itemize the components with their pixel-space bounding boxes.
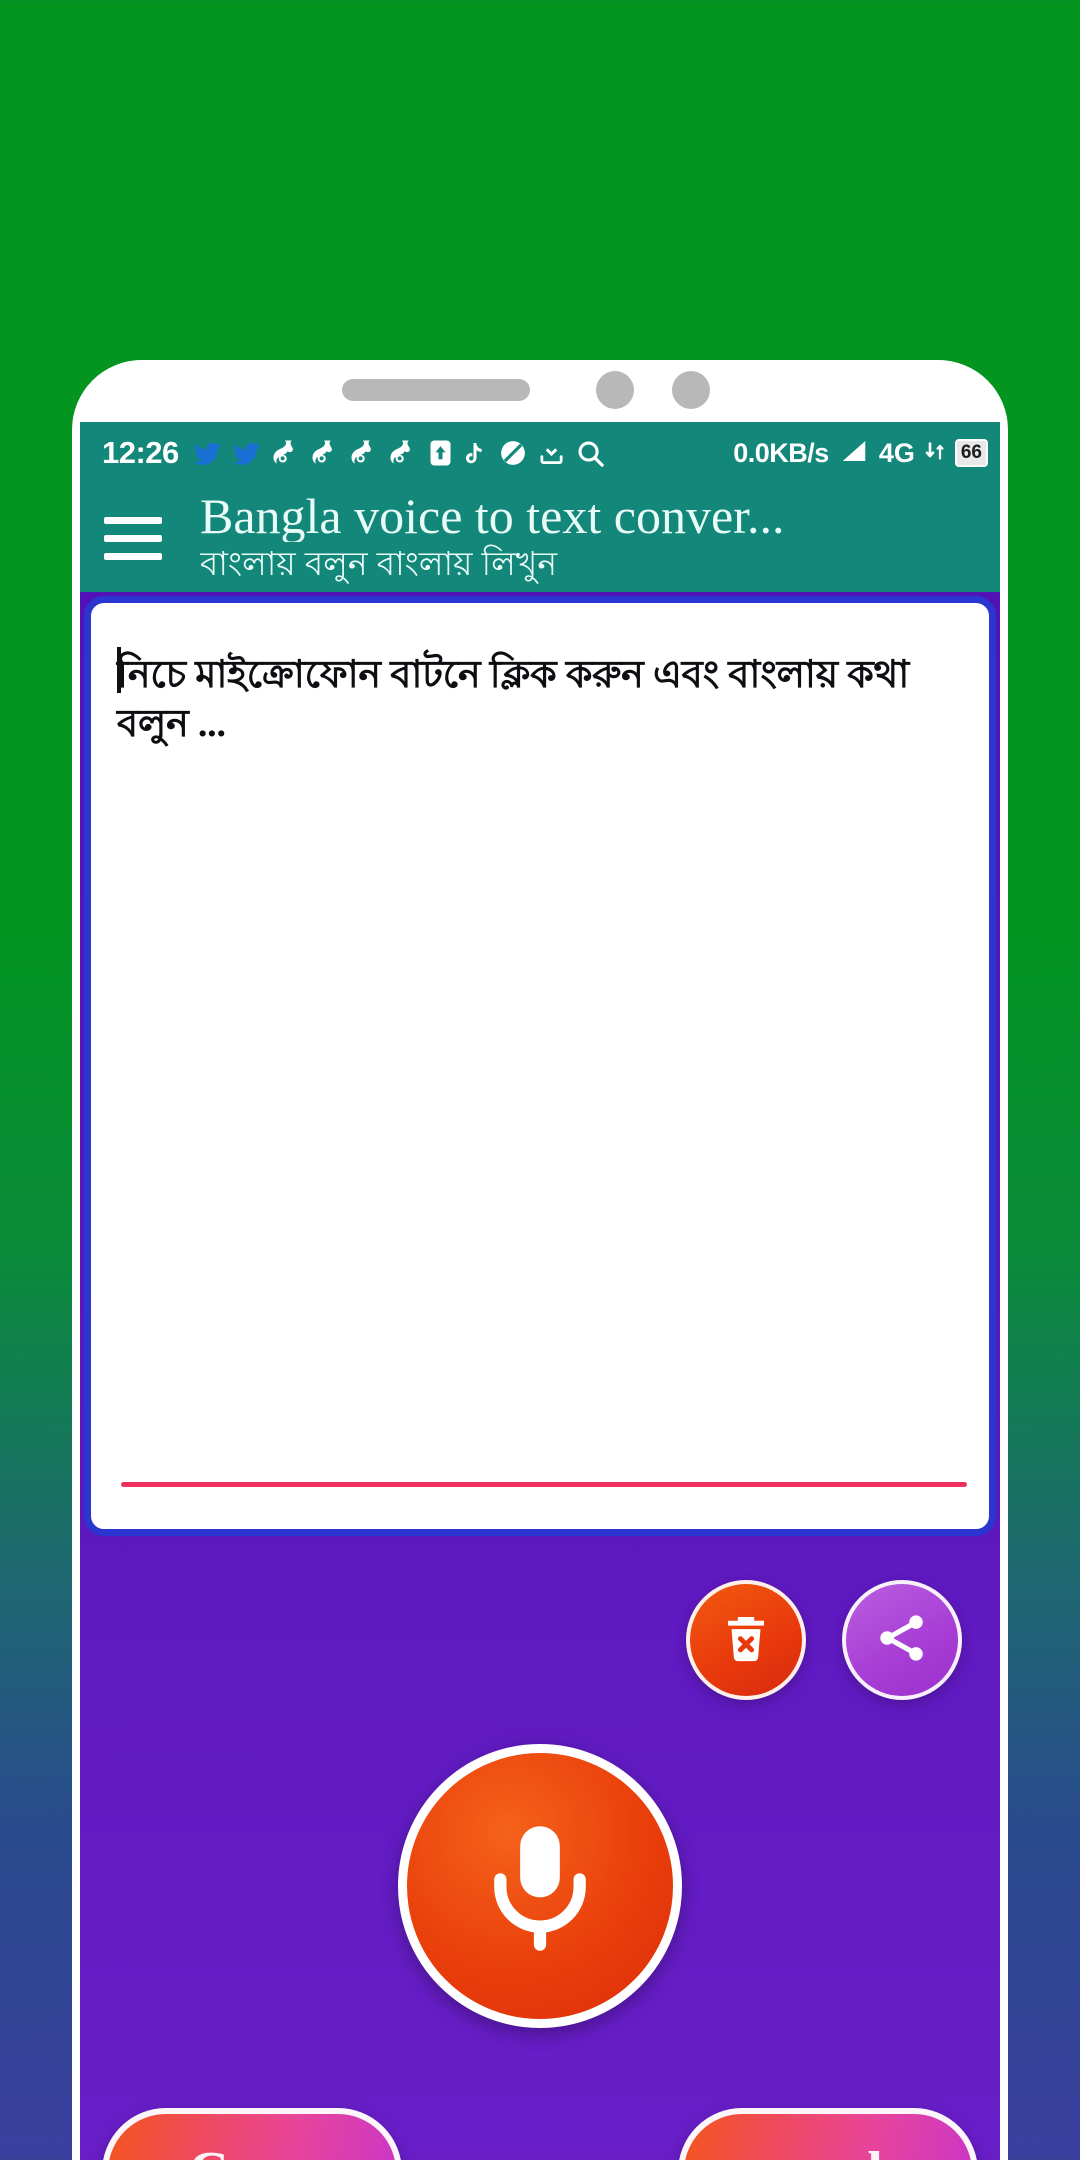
secondary-action-row [686,1580,962,1700]
copy-button-label: Copy [188,2144,316,2160]
no-entry-icon [498,438,528,468]
page-title: Bangla voice to text conver... [200,491,785,543]
hamburger-line-3 [104,552,162,560]
microphone-record-button[interactable] [398,1744,682,2028]
network-type-label: 4G [878,437,915,468]
delete-button[interactable] [686,1580,806,1700]
browser-icon-4 [388,438,418,468]
network-speed-label: 0.0KB/s [733,437,829,468]
app-bar-title-block: Bangla voice to text conver... বাংলায় ব… [200,491,990,584]
transcription-text-input[interactable]: নিচে মাইক্রোফোন বাটনে ক্লিক করুন এবং বাং… [91,603,989,1529]
phone-mockup-frame: 12:26 0.0KB/s 4G 66 Bangla voice to text… [72,360,1008,2160]
download-icon [537,438,566,468]
status-time: 12:26 [102,435,179,470]
hamburger-line-1 [104,516,162,524]
browser-icon-1 [271,438,301,468]
status-bar-right-group: 0.0KB/s 4G 66 [733,436,988,471]
share-nodes-icon [874,1610,930,1671]
search-icon [575,438,606,469]
main-panel: নিচে মাইক্রোফোন বাটনে ক্লিক করুন এবং বাং… [80,592,1000,2160]
phone-top-bezel [72,360,1008,420]
transcription-text-card[interactable]: নিচে মাইক্রোফোন বাটনে ক্লিক করুন এবং বাং… [84,596,996,1536]
hamburger-line-2 [104,534,162,542]
phone-screen: 12:26 0.0KB/s 4G 66 Bangla voice to text… [80,422,1000,2160]
camera-dot-left [596,371,634,409]
browser-icon-3 [349,438,379,468]
status-bar: 12:26 0.0KB/s 4G 66 [80,422,1000,484]
send-button-label: send [774,2144,883,2160]
share-button[interactable] [842,1580,962,1700]
microphone-icon [470,1814,610,1959]
app-bar: Bangla voice to text conver... বাংলায় ব… [80,484,1000,592]
transcription-placeholder: নিচে মাইক্রোফোন বাটনে ক্লিক করুন এবং বাং… [117,654,910,745]
trash-delete-icon [718,1610,774,1671]
bird-icon-1 [193,438,223,468]
music-note-icon [463,438,489,468]
browser-icon-2 [310,438,340,468]
send-button[interactable]: send [678,2108,978,2160]
camera-dot-right [672,371,710,409]
copy-button[interactable]: Copy [102,2108,402,2160]
speaker-grille [342,379,530,401]
bird-icon-2 [232,438,262,468]
text-field-underline [121,1482,967,1487]
upload-box-icon [427,438,454,468]
page-subtitle: বাংলায় বলুন বাংলায় লিখুন [200,545,558,583]
data-transfer-arrows-icon [923,436,947,471]
signal-bars-icon [837,436,871,471]
text-caret [117,647,121,693]
hamburger-menu-icon[interactable] [104,516,178,560]
battery-level-badge: 66 [954,439,988,467]
